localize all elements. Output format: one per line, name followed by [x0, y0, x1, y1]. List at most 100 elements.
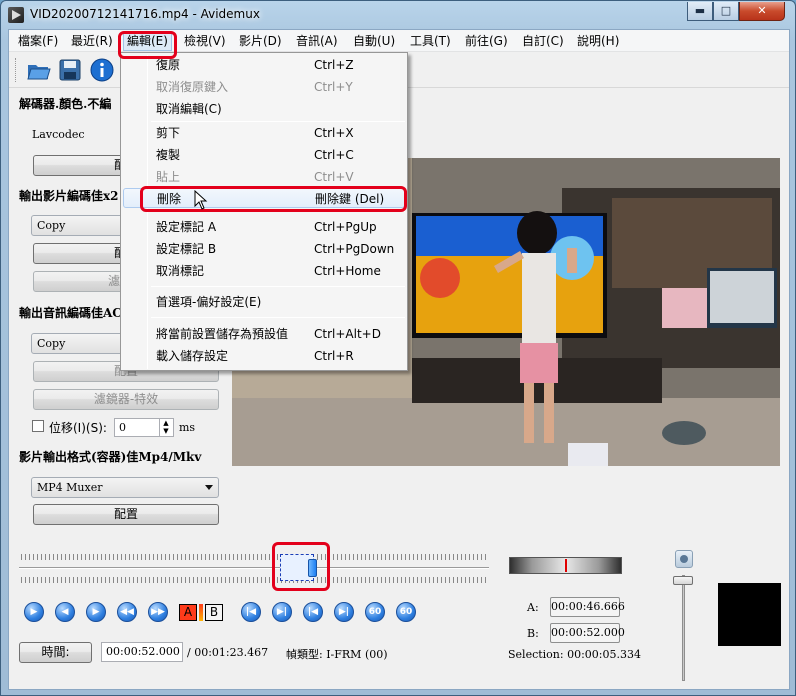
goto-marker-b-icon[interactable]: ▶| — [272, 602, 292, 622]
marker-a-time[interactable]: 00:00:46.666 — [550, 597, 625, 617]
menu-cut-label: 剪下 — [156, 126, 181, 140]
jog-center-mark — [565, 559, 567, 572]
delete-item-highlight-box — [140, 186, 407, 212]
mouse-cursor-icon — [194, 190, 208, 210]
volume-thumb[interactable] — [673, 576, 693, 585]
video-output-section-title: 輸出影片編碼佳x2 — [19, 189, 119, 203]
goto-start-icon[interactable]: |◀ — [303, 602, 323, 622]
menu-paste-shortcut: Ctrl+V — [314, 170, 354, 184]
marker-b-time[interactable]: 00:00:52.000 — [550, 623, 625, 643]
selection-duration: Selection: 00:00:05.334 — [508, 648, 641, 661]
menu-preferences[interactable]: 首選項-偏好設定(E) — [123, 292, 405, 312]
timeline-track[interactable] — [19, 567, 489, 569]
menu-cut-shortcut: Ctrl+X — [314, 126, 354, 140]
menu-auto[interactable]: 自動(U) — [350, 33, 398, 50]
marker-b-label: B: — [527, 627, 539, 640]
audio-filters-button[interactable]: 濾鏡器-特效 — [33, 389, 219, 410]
muxer-value: MP4 Muxer — [37, 481, 103, 494]
menu-separator — [151, 317, 405, 318]
open-folder-icon[interactable] — [26, 57, 52, 83]
menu-set-marker-a[interactable]: 設定標記 A Ctrl+PgUp — [123, 217, 405, 237]
edit-menu-highlight-box — [118, 31, 177, 59]
minimize-button[interactable]: ▬ — [687, 2, 713, 21]
menu-redo-shortcut: Ctrl+Y — [314, 80, 353, 94]
menu-load-settings[interactable]: 載入儲存設定 Ctrl+R — [123, 346, 405, 366]
window-title: VID20200712141716.mp4 - Avidemux — [30, 7, 260, 21]
shift-checkbox[interactable] — [32, 420, 44, 432]
maximize-button[interactable]: □ — [713, 2, 739, 21]
jog-shuttle[interactable] — [509, 557, 622, 574]
menu-view[interactable]: 檢視(V) — [181, 33, 229, 50]
menu-go[interactable]: 前往(G) — [462, 33, 511, 50]
menu-recent[interactable]: 最近(R) — [68, 33, 116, 50]
menu-save-defaults[interactable]: 將當前設置儲存為預設值 Ctrl+Alt+D — [123, 324, 405, 344]
menu-tools[interactable]: 工具(T) — [407, 33, 454, 50]
audio-output-section-title: 輸出音訊編碼佳AC — [19, 306, 122, 320]
menu-set-marker-a-label: 設定標記 A — [156, 220, 217, 234]
menu-clear-markers-label: 取消標記 — [156, 264, 205, 278]
menu-separator — [151, 286, 405, 287]
toolbar-grip — [15, 58, 17, 82]
speaker-icon[interactable] — [675, 550, 693, 568]
prev-frame-icon[interactable]: ◀ — [55, 602, 75, 622]
menu-video[interactable]: 影片(D) — [236, 33, 285, 50]
save-disk-icon[interactable] — [57, 57, 83, 83]
current-time-input[interactable]: 00:00:52.000 — [101, 642, 183, 662]
decoder-section-title: 解碼器.顏色.不編 — [19, 97, 112, 111]
menu-audio[interactable]: 音訊(A) — [293, 33, 341, 50]
volume-track[interactable] — [682, 575, 685, 681]
menu-copy-shortcut: Ctrl+C — [314, 148, 354, 162]
set-marker-a-button[interactable]: A — [179, 604, 197, 621]
forward-60s-icon[interactable]: 60 — [396, 602, 416, 622]
timeline-ruler-bottom — [21, 577, 487, 583]
client-area: 檔案(F) 最近(R) 編輯(E) 檢視(V) 影片(D) 音訊(A) 自動(U… — [8, 29, 790, 690]
frame-type: 幀類型: I-FRM (00) — [286, 648, 388, 661]
back-60s-icon[interactable]: 60 — [365, 602, 385, 622]
goto-marker-a-icon[interactable]: |◀ — [241, 602, 261, 622]
muxer-select[interactable]: MP4 Muxer — [31, 477, 219, 498]
menu-set-marker-b-label: 設定標記 B — [156, 242, 217, 256]
total-duration: / 00:01:23.467 — [187, 646, 269, 659]
menu-file[interactable]: 檔案(F) — [15, 33, 61, 50]
timeline-ruler-top — [21, 554, 487, 560]
menu-copy-label: 複製 — [156, 148, 181, 162]
menu-save-defaults-shortcut: Ctrl+Alt+D — [314, 327, 381, 341]
close-button[interactable]: ✕ — [739, 2, 785, 21]
menu-save-defaults-label: 將當前設置儲存為預設值 — [156, 327, 289, 341]
menu-load-settings-shortcut: Ctrl+R — [314, 349, 354, 363]
app-window: VID20200712141716.mp4 - Avidemux ▬ □ ✕ 檔… — [0, 0, 796, 696]
menu-cancel-edit[interactable]: 取消編輯(C) — [123, 99, 405, 119]
title-bar[interactable]: VID20200712141716.mp4 - Avidemux ▬ □ ✕ — [1, 1, 795, 29]
container-section-title: 影片輸出格式(容器)佳Mp4/Mkv — [19, 450, 202, 464]
menu-paste[interactable]: 貼上 Ctrl+V — [123, 167, 405, 187]
menu-set-marker-b-shortcut: Ctrl+PgDown — [314, 242, 395, 256]
time-button[interactable]: 時間: — [19, 642, 92, 663]
slider-highlight-box — [272, 542, 330, 591]
next-frame-icon[interactable]: ▶ — [86, 602, 106, 622]
info-icon[interactable] — [89, 57, 115, 83]
menu-preferences-label: 首選項-偏好設定(E) — [156, 295, 262, 309]
menu-cut[interactable]: 剪下 Ctrl+X — [123, 123, 405, 143]
set-marker-b-button[interactable]: B — [205, 604, 223, 621]
audio-codec-value: Copy — [37, 337, 66, 350]
play-icon[interactable]: ▶ — [24, 602, 44, 622]
muxer-config-button[interactable]: 配置 — [33, 504, 219, 525]
shift-spinner[interactable]: ▲ ▼ — [159, 419, 172, 436]
menu-redo-label: 取消復原鍵入 — [156, 80, 229, 94]
shift-label: 位移(I)(S): — [49, 421, 107, 435]
marker-a-label: A: — [527, 601, 539, 614]
video-codec-value: Copy — [37, 219, 66, 232]
menu-set-marker-a-shortcut: Ctrl+PgUp — [314, 220, 377, 234]
goto-end-icon[interactable]: ▶| — [334, 602, 354, 622]
prev-keyframe-icon[interactable]: ◀◀ — [117, 602, 137, 622]
chevron-down-icon — [205, 485, 213, 490]
menu-set-marker-b[interactable]: 設定標記 B Ctrl+PgDown — [123, 239, 405, 259]
menu-copy[interactable]: 複製 Ctrl+C — [123, 145, 405, 165]
next-keyframe-icon[interactable]: ▶▶ — [148, 602, 168, 622]
menu-separator — [151, 121, 405, 122]
menu-redo[interactable]: 取消復原鍵入 Ctrl+Y — [123, 77, 405, 97]
shift-unit: ms — [179, 421, 196, 434]
menu-help[interactable]: 說明(H) — [574, 33, 622, 50]
menu-clear-markers[interactable]: 取消標記 Ctrl+Home — [123, 261, 405, 281]
menu-custom[interactable]: 自訂(C) — [519, 33, 567, 50]
